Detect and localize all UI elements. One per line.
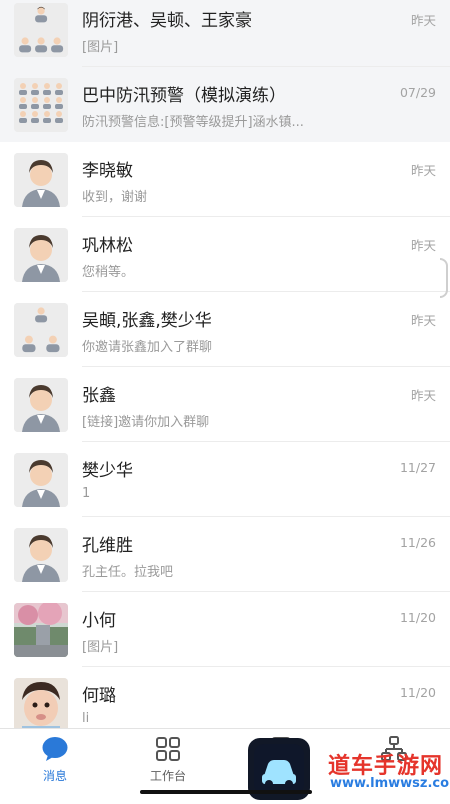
chat-name: 何璐 xyxy=(82,686,116,706)
chat-row[interactable]: 樊少华 1 11/27 xyxy=(0,442,450,517)
chat-preview: 你邀请张鑫加入了群聊 xyxy=(82,340,213,355)
chat-name: 吴頔,张鑫,樊少华 xyxy=(82,311,212,331)
chat-name: 巴中防汛预警（模拟演练） xyxy=(82,86,286,106)
chat-row[interactable]: 巴中防汛预警（模拟演练） 防汛预警信息:[预警等级提升]涵水镇... 07/29 xyxy=(0,67,450,142)
person-avatar xyxy=(14,378,68,432)
chat-name: 孔维胜 xyxy=(82,536,133,556)
chat-preview: [链接]邀请你加入群聊 xyxy=(82,415,210,430)
chat-name: 张鑫 xyxy=(82,386,116,406)
chat-time: 07/29 xyxy=(399,85,436,100)
chat-preview: [图片] xyxy=(82,640,119,655)
chat-time: 昨天 xyxy=(410,238,436,253)
chat-preview: 收到，谢谢 xyxy=(82,190,148,205)
chat-name: 李晓敏 xyxy=(82,161,133,181)
person-avatar xyxy=(14,228,68,282)
group-avatar xyxy=(14,3,68,57)
chat-preview: 防汛预警信息:[预警等级提升]涵水镇... xyxy=(82,115,304,130)
baby-avatar xyxy=(14,678,68,728)
chat-preview: li xyxy=(82,711,90,726)
person-avatar xyxy=(14,528,68,582)
chat-list[interactable]: 阴衍港、吴顿、王家豪 [图片] 昨天 巴中防汛预警（模拟演练） 防汛预警信息:[… xyxy=(0,0,450,728)
chat-preview: 孔主任。拉我吧 xyxy=(82,565,174,580)
chat-row[interactable]: 孔维胜 孔主任。拉我吧 11/26 xyxy=(0,517,450,592)
chat-name: 阴衍港、吴顿、王家豪 xyxy=(82,11,252,31)
chat-row[interactable]: 张鑫 [链接]邀请你加入群聊 昨天 xyxy=(0,367,450,442)
group-avatar-large xyxy=(14,78,68,132)
chat-preview: [图片] xyxy=(82,40,119,55)
chat-time: 昨天 xyxy=(410,388,436,403)
scroll-handle[interactable] xyxy=(440,258,448,298)
chat-row[interactable]: 吴頔,张鑫,樊少华 你邀请张鑫加入了群聊 昨天 xyxy=(0,292,450,367)
chat-row[interactable]: 何璐 li 11/20 xyxy=(0,667,450,728)
chat-row[interactable]: 小何 [图片] 11/20 xyxy=(0,592,450,667)
person-avatar xyxy=(14,453,68,507)
group-avatar xyxy=(14,303,68,357)
chat-time: 昨天 xyxy=(410,13,436,28)
chat-name: 巩林松 xyxy=(82,236,133,256)
chat-time: 昨天 xyxy=(410,163,436,178)
person-avatar xyxy=(14,153,68,207)
chat-time: 11/20 xyxy=(399,610,436,625)
tab-label: 消息 xyxy=(42,769,67,783)
grid-icon xyxy=(156,737,180,761)
watermark-url: www.lmwwsz.com xyxy=(330,776,450,791)
photo-avatar xyxy=(14,603,68,657)
chat-preview: 您稍等。 xyxy=(82,265,135,280)
chat-time: 11/27 xyxy=(399,460,436,475)
chat-time: 11/26 xyxy=(399,535,436,550)
chat-row[interactable]: 阴衍港、吴顿、王家豪 [图片] 昨天 xyxy=(0,0,450,67)
chat-name: 樊少华 xyxy=(82,461,133,481)
chat-preview: 1 xyxy=(82,486,91,501)
chat-row[interactable]: 巩林松 您稍等。 昨天 xyxy=(0,217,450,292)
tab-label: 工作台 xyxy=(149,769,186,783)
chat-bubble-icon xyxy=(42,737,68,761)
chat-time: 昨天 xyxy=(410,313,436,328)
chat-name: 小何 xyxy=(82,611,116,631)
tab-messages[interactable]: 消息 xyxy=(10,729,100,801)
home-indicator xyxy=(140,790,312,794)
chat-row[interactable]: 李晓敏 收到，谢谢 昨天 xyxy=(0,142,450,217)
chat-time: 11/20 xyxy=(399,685,436,700)
